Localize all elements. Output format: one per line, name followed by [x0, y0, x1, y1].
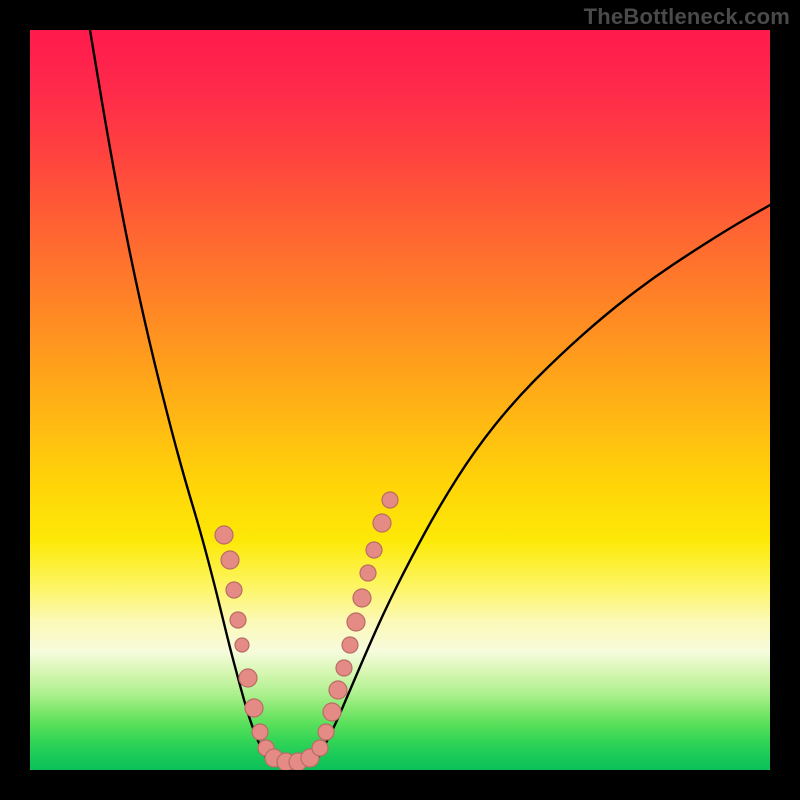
- scatter-dot: [353, 589, 371, 607]
- scatter-dot: [239, 669, 257, 687]
- scatter-dot: [323, 703, 341, 721]
- scatter-dot: [382, 492, 398, 508]
- scatter-dot: [215, 526, 233, 544]
- scatter-dot: [221, 551, 239, 569]
- scatter-dot: [336, 660, 352, 676]
- scatter-dot: [329, 681, 347, 699]
- chart-frame: TheBottleneck.com: [0, 0, 800, 800]
- scatter-group: [215, 492, 398, 770]
- scatter-dot: [235, 638, 249, 652]
- plot-area: [30, 30, 770, 770]
- watermark-label: TheBottleneck.com: [584, 4, 790, 30]
- chart-svg: [30, 30, 770, 770]
- scatter-dot: [245, 699, 263, 717]
- scatter-dot: [312, 740, 328, 756]
- curve-right-branch: [316, 205, 770, 762]
- scatter-dot: [347, 613, 365, 631]
- scatter-dot: [360, 565, 376, 581]
- scatter-dot: [318, 724, 334, 740]
- scatter-dot: [342, 637, 358, 653]
- scatter-dot: [230, 612, 246, 628]
- scatter-dot: [366, 542, 382, 558]
- scatter-dot: [373, 514, 391, 532]
- scatter-dot: [226, 582, 242, 598]
- scatter-dot: [252, 724, 268, 740]
